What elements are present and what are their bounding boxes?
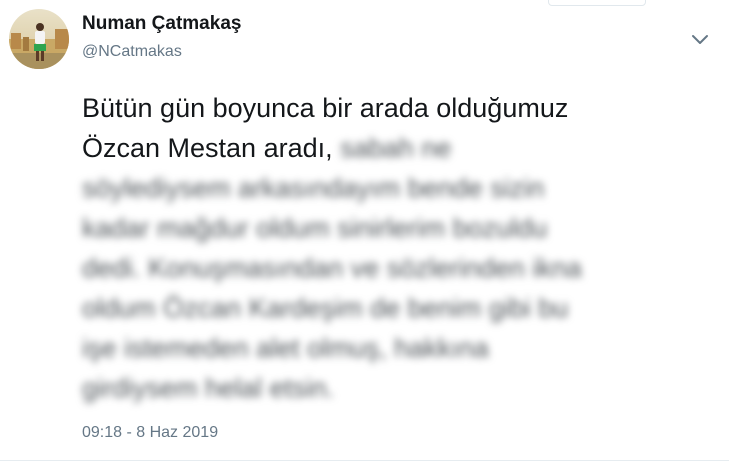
tweet-text-clear: Özcan Mestan aradı, [82,133,333,163]
screen-name[interactable]: @NCatmakas [82,43,182,61]
avatar-photo [9,9,69,69]
top-card-edge [548,0,646,6]
tweet-timestamp[interactable]: 09:18 - 8 Haz 2019 [82,424,218,442]
tweet-line-blurred: girdiysem helal etsin. [82,373,335,403]
chevron-down-icon[interactable] [690,32,710,48]
divider [0,460,729,461]
tweet-text-blurred: sabah ne [340,133,452,163]
tweet-text: Bütün gün boyunca bir arada olduğumuz Öz… [82,88,722,408]
tweet-line-blurred: dedi. Konuşmasından ve sözlerinden ikna [82,253,582,283]
tweet-line-blurred: söylediysem arkasındayım bende sizin [82,173,545,203]
tweet-line: Bütün gün boyunca bir arada olduğumuz [82,93,569,123]
avatar[interactable] [9,9,69,69]
display-name[interactable]: Numan Çatmakaş [82,13,241,35]
tweet-line-blurred: işe istemeden alet olmuş, hakkına [82,333,489,363]
tweet-line: Özcan Mestan aradı, sabah ne [82,128,722,168]
tweet-line-blurred: oldum Özcan Kardeşim de benim gibi bu [82,293,569,323]
tweet-line-blurred: kadar mağdur oldum sinirlerim bozuldu [82,213,548,243]
